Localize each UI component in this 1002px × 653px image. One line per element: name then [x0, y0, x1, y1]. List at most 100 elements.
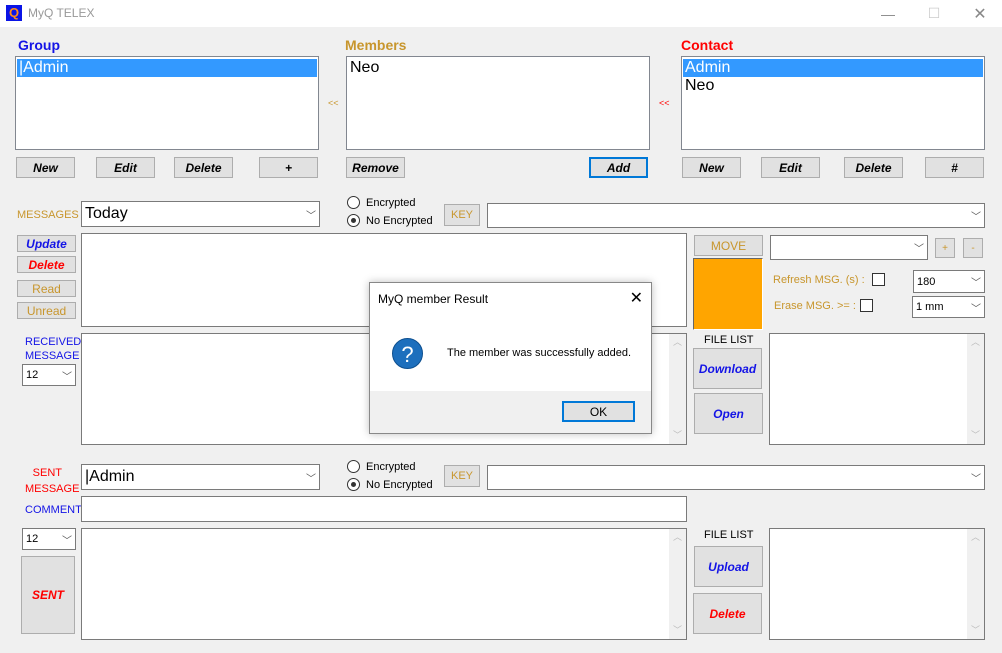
sent-file-scrollbar[interactable]: ︿ ﹀: [967, 529, 984, 639]
sent-recipient-select[interactable]: |Admin ﹀: [81, 464, 320, 490]
group-edit-button[interactable]: Edit: [96, 157, 155, 178]
erase-checkbox[interactable]: [860, 299, 873, 312]
sent-scrollbar[interactable]: ︿ ﹀: [669, 529, 686, 639]
dialog-close-icon[interactable]: ✕: [630, 288, 643, 308]
contact-hash-button[interactable]: #: [925, 157, 984, 178]
scroll-down-icon[interactable]: ﹀: [967, 427, 984, 444]
erase-label: Erase MSG. >= :: [774, 300, 856, 312]
members-add-button[interactable]: Add: [589, 157, 648, 178]
maximize-button[interactable]: ☐: [911, 0, 957, 27]
group-plus-button[interactable]: +: [259, 157, 318, 178]
comment-input[interactable]: [81, 496, 687, 522]
messages-unread-button[interactable]: Unread: [17, 302, 76, 319]
radio-label: Encrypted: [366, 196, 416, 209]
group-list[interactable]: |Admin: [15, 56, 319, 150]
contact-title: Contact: [681, 37, 734, 53]
refresh-label: Refresh MSG. (s) :: [773, 274, 865, 286]
app-logo-icon: Q: [6, 5, 22, 21]
sent-no-encrypted-radio[interactable]: No Encrypted: [347, 478, 433, 491]
refresh-checkbox[interactable]: [872, 273, 885, 286]
sent-key-button[interactable]: KEY: [444, 465, 480, 487]
move-minus-button[interactable]: -: [963, 238, 983, 258]
group-new-button[interactable]: New: [16, 157, 75, 178]
received-message-label: RECEIVED MESSAGE: [25, 335, 81, 363]
download-button[interactable]: Download: [693, 348, 762, 389]
move-target-select[interactable]: ﹀: [770, 235, 928, 260]
messages-no-encrypted-radio[interactable]: No Encrypted: [347, 214, 433, 227]
dialog-footer: OK: [370, 391, 651, 433]
messages-key-button[interactable]: KEY: [444, 204, 480, 226]
received-font-size-value: 12: [26, 369, 39, 381]
messages-update-button[interactable]: Update: [17, 235, 76, 252]
received-file-list-label: FILE LIST: [704, 334, 754, 346]
minimize-button[interactable]: —: [865, 0, 911, 27]
sent-message-area[interactable]: ︿ ﹀: [81, 528, 687, 640]
radio-label: No Encrypted: [366, 214, 433, 227]
scroll-up-icon[interactable]: ︿: [669, 334, 686, 351]
move-button[interactable]: MOVE: [694, 235, 763, 256]
dialog-title: MyQ member Result: [378, 292, 489, 306]
radio-selected-icon: [347, 478, 360, 491]
scroll-up-icon[interactable]: ︿: [669, 529, 686, 546]
close-button[interactable]: ✕: [957, 0, 1002, 27]
window-title: MyQ TELEX: [28, 6, 95, 20]
received-file-scrollbar[interactable]: ︿ ﹀: [967, 334, 984, 444]
chevron-down-icon: ﹀: [62, 535, 72, 547]
sent-font-size-select[interactable]: 12 ﹀: [22, 528, 76, 550]
sent-file-list[interactable]: ︿ ﹀: [769, 528, 985, 640]
scroll-up-icon[interactable]: ︿: [967, 334, 984, 351]
chevron-down-icon: ﹀: [971, 278, 981, 289]
received-label-line2: MESSAGE: [25, 350, 80, 362]
received-file-list[interactable]: ︿ ﹀: [769, 333, 985, 445]
upload-button[interactable]: Upload: [694, 546, 763, 587]
open-button[interactable]: Open: [694, 393, 763, 434]
sent-file-list-label: FILE LIST: [704, 529, 754, 541]
group-delete-button[interactable]: Delete: [174, 157, 233, 178]
radio-label: No Encrypted: [366, 478, 433, 491]
status-color-swatch: [693, 258, 763, 330]
refresh-interval-value: 180: [917, 275, 936, 288]
messages-label: MESSAGES: [17, 209, 79, 221]
radio-label: Encrypted: [366, 460, 416, 473]
contact-delete-button[interactable]: Delete: [844, 157, 903, 178]
scroll-down-icon[interactable]: ﹀: [967, 622, 984, 639]
refresh-interval-select[interactable]: 180 ﹀: [913, 270, 985, 293]
move-plus-button[interactable]: +: [935, 238, 955, 258]
scroll-down-icon[interactable]: ﹀: [669, 622, 686, 639]
members-list[interactable]: Neo: [346, 56, 650, 150]
received-font-size-select[interactable]: 12 ﹀: [22, 364, 76, 386]
sent-key-select[interactable]: ﹀: [487, 465, 985, 490]
group-list-item[interactable]: |Admin: [17, 59, 317, 77]
send-button[interactable]: SENT: [21, 556, 75, 634]
question-icon: ?: [392, 338, 423, 369]
file-delete-button[interactable]: Delete: [693, 593, 762, 634]
erase-age-value: 1 mm: [916, 301, 944, 313]
scroll-down-icon[interactable]: ﹀: [669, 427, 686, 444]
radio-selected-icon: [347, 214, 360, 227]
contact-list-item[interactable]: Neo: [683, 77, 983, 95]
comment-label: COMMENT: [25, 504, 82, 516]
members-remove-button[interactable]: Remove: [346, 157, 405, 178]
messages-filter-select[interactable]: Today ﹀: [81, 201, 320, 227]
messages-filter-value: Today: [85, 205, 128, 222]
radio-icon: [347, 196, 360, 209]
sent-label-line2: MESSAGE: [25, 483, 80, 495]
contact-list-item[interactable]: Admin: [683, 59, 983, 77]
contact-new-button[interactable]: New: [682, 157, 741, 178]
contact-list[interactable]: Admin Neo: [681, 56, 985, 150]
messages-delete-button[interactable]: Delete: [17, 256, 76, 273]
move-to-group-arrow[interactable]: <<: [328, 98, 339, 108]
scroll-up-icon[interactable]: ︿: [967, 529, 984, 546]
group-title: Group: [18, 37, 60, 53]
messages-encrypted-radio[interactable]: Encrypted: [347, 196, 416, 209]
dialog-ok-button[interactable]: OK: [562, 401, 635, 422]
members-list-item[interactable]: Neo: [348, 59, 648, 77]
contact-edit-button[interactable]: Edit: [761, 157, 820, 178]
received-scrollbar[interactable]: ︿ ﹀: [669, 334, 686, 444]
chevron-down-icon: ﹀: [971, 474, 981, 485]
messages-key-select[interactable]: ﹀: [487, 203, 985, 228]
erase-age-select[interactable]: 1 mm ﹀: [912, 296, 985, 318]
move-to-members-arrow[interactable]: <<: [659, 98, 670, 108]
messages-read-button[interactable]: Read: [17, 280, 76, 297]
sent-encrypted-radio[interactable]: Encrypted: [347, 460, 416, 473]
